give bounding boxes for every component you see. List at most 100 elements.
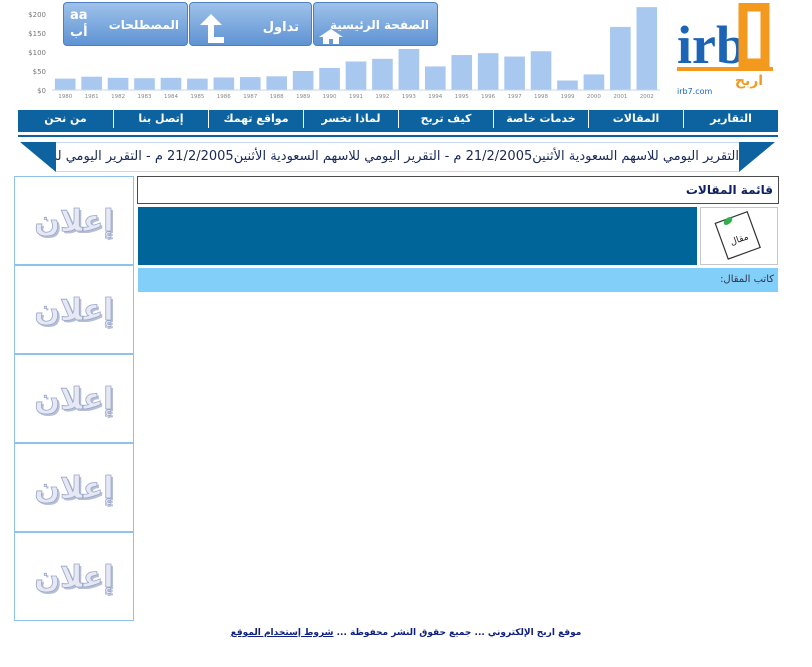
- x-tick-label: 1980: [58, 94, 72, 100]
- chart-bar: [187, 78, 208, 90]
- home-button[interactable]: الصفحة الرئيسية: [313, 2, 438, 46]
- chart-bar: [107, 77, 129, 90]
- nav-how-to-profit[interactable]: كيف تربح: [398, 110, 493, 128]
- section-title: قائمة المقالات: [137, 176, 779, 204]
- nav-articles[interactable]: المقالات: [588, 110, 683, 128]
- x-tick-label: 1994: [428, 94, 442, 100]
- chart-bar: [81, 76, 102, 90]
- logo-graphic: irb اربح irb7.com: [673, 2, 777, 97]
- ad-graphic: إعلانإعلان: [34, 203, 116, 240]
- ad-graphic: إعلانإعلان: [34, 470, 116, 507]
- ad-graphic: إعلانإعلان: [34, 559, 116, 596]
- ad-label: إعلان: [34, 204, 113, 239]
- ad-graphic: إعلانإعلان: [34, 292, 116, 329]
- trading-button-label: تداول: [262, 20, 299, 35]
- articles-panel: قائمة المقالات مقال كاتب المقال:: [137, 176, 779, 292]
- chart-bar: [424, 66, 446, 90]
- site-header: $200 $150 $100 $50 $0 1980 1981 1982 1983 1984 198…: [0, 0, 812, 100]
- site-logo[interactable]: irb اربح irb7.com: [673, 2, 777, 97]
- ad-slot[interactable]: إعلان إعلان: [14, 443, 134, 532]
- x-tick-label: 1995: [455, 94, 469, 100]
- chart-bar: [583, 74, 605, 90]
- nav-about-us[interactable]: من نحن: [18, 110, 113, 128]
- chart-bar: [530, 51, 552, 90]
- ad-label: إعلان: [34, 560, 113, 595]
- x-tick-label: 1997: [508, 94, 522, 100]
- x-tick-label: 1986: [217, 94, 231, 100]
- x-tick-label: 1981: [85, 94, 99, 100]
- chart-bar: [372, 58, 393, 90]
- ticker-text[interactable]: التقرير اليومي للاسهم السعودية الأثنين21…: [56, 149, 739, 164]
- x-tick-label: 1996: [481, 94, 495, 100]
- home-icon: [319, 29, 343, 44]
- x-tick-label: 2001: [613, 94, 627, 100]
- nav-why-you-lose[interactable]: لماذا تخسر: [303, 110, 398, 128]
- x-tick-label: 1984: [164, 94, 178, 100]
- x-tick-label: 1998: [534, 94, 548, 100]
- x-tick-label: 1989: [296, 94, 310, 100]
- article-title-area[interactable]: [138, 207, 697, 265]
- y-tick-label: $50: [33, 68, 46, 76]
- footer-text: موقع اربح الإلكتروني ... جميع حقوق النشر…: [336, 628, 582, 638]
- x-tick-label: 1991: [349, 94, 363, 100]
- chart-bar: [319, 67, 340, 90]
- article-icon: مقال: [714, 210, 761, 260]
- x-tick-label: 1990: [323, 94, 337, 100]
- logo-arabic-text: اربح: [735, 73, 763, 89]
- x-tick-label: 1982: [111, 94, 125, 100]
- x-tick-label: 1993: [402, 94, 416, 100]
- chart-bar: [610, 26, 631, 91]
- ad-slot[interactable]: إعلان إعلان: [14, 532, 134, 621]
- logo-mark: irb: [677, 15, 746, 75]
- y-tick-label: $200: [28, 11, 46, 19]
- author-label: كاتب المقال:: [720, 274, 774, 285]
- x-tick-label: 1988: [270, 94, 284, 100]
- ad-label: إعلان: [34, 471, 113, 506]
- ticker-left-cap: [20, 142, 56, 172]
- chart-bar: [477, 53, 499, 90]
- chart-bar: [134, 78, 155, 90]
- nav-reports[interactable]: التقارير: [683, 110, 778, 128]
- ads-column: إعلان إعلان إعلان إعلان إعلان إعلان إعلان إعلان…: [14, 176, 134, 621]
- nav-useful-sites[interactable]: مواقع تهمك: [208, 110, 303, 128]
- ticker-right-cap: [739, 142, 775, 172]
- x-tick-label: 1987: [243, 94, 257, 100]
- ad-graphic: إعلانإعلان: [34, 381, 116, 418]
- glossary-icon: aa أب: [70, 8, 88, 40]
- y-tick-label: $0: [37, 87, 46, 95]
- ad-label: إعلان: [34, 293, 113, 328]
- x-tick-label: 2000: [587, 94, 601, 100]
- y-tick-label: $100: [28, 49, 46, 57]
- chart-bar: [345, 61, 367, 90]
- ticker-track: التقرير اليومي للاسهم السعودية الأثنين21…: [56, 142, 739, 172]
- article-row[interactable]: مقال: [138, 207, 778, 265]
- trading-button[interactable]: تداول: [189, 2, 312, 46]
- nav-special-services[interactable]: خدمات خاصة: [493, 110, 588, 128]
- ad-label: إعلان: [34, 382, 113, 417]
- author-bar: كاتب المقال:: [138, 268, 778, 292]
- logo-domain: irb7.com: [677, 87, 713, 96]
- glossary-button-label: المصطلحات: [108, 18, 179, 32]
- ad-slot[interactable]: إعلان إعلان: [14, 176, 134, 265]
- terms-link[interactable]: شروط إستخدام الموقع: [231, 628, 334, 638]
- chart-bar: [451, 55, 473, 90]
- glossary-button[interactable]: المصطلحات aa أب: [63, 2, 188, 46]
- x-tick-label: 1983: [138, 94, 152, 100]
- article-icon-cell: مقال: [700, 207, 778, 265]
- chart-bar: [557, 80, 578, 90]
- x-tick-label: 2002: [640, 94, 654, 100]
- x-tick-label: 1985: [190, 94, 204, 100]
- chart-bar: [398, 48, 420, 90]
- site-footer: موقع اربح الإلكتروني ... جميع حقوق النشر…: [0, 628, 812, 638]
- up-arrow-icon: [200, 14, 224, 43]
- news-ticker: التقرير اليومي للاسهم السعودية الأثنين21…: [20, 142, 775, 172]
- nav-contact-us[interactable]: إتصل بنا: [113, 110, 208, 128]
- ad-slot[interactable]: إعلان إعلان: [14, 354, 134, 443]
- chart-bar: [292, 71, 314, 90]
- main-nav: التقارير المقالات خدمات خاصة كيف تربح لم…: [18, 110, 778, 135]
- x-tick-label: 1999: [560, 94, 574, 100]
- ad-slot[interactable]: إعلان إعلان: [14, 265, 134, 354]
- y-tick-label: $150: [28, 30, 46, 38]
- chart-bar: [266, 76, 288, 90]
- chart-bar: [636, 7, 658, 90]
